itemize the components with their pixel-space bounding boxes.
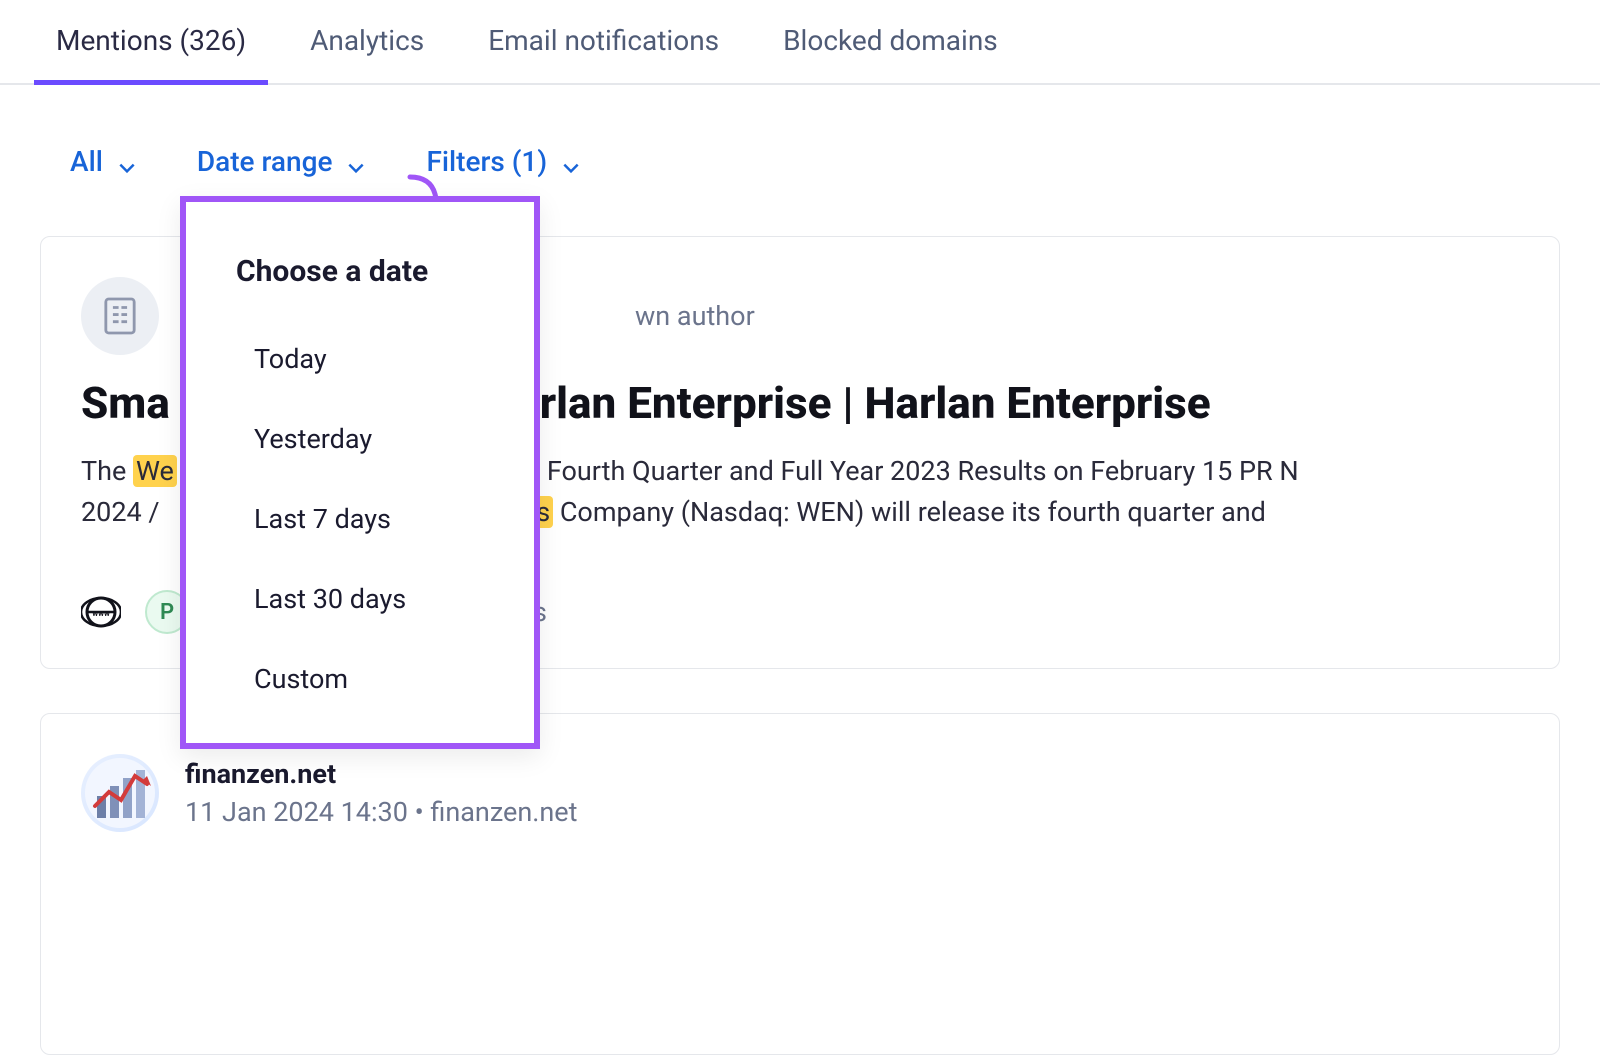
date-option-custom[interactable]: Custom — [186, 639, 534, 743]
card-body-text: Fourth Quarter and Full Year 2023 Result… — [547, 455, 1299, 487]
web-source-icon: www — [81, 592, 121, 632]
card-title-part-a: Sma — [81, 377, 170, 429]
filter-date-range[interactable]: Date range — [197, 145, 367, 178]
date-option-today[interactable]: Today — [186, 319, 534, 399]
source-name: finanzen.net — [185, 758, 577, 790]
date-option-yesterday[interactable]: Yesterday — [186, 399, 534, 479]
building-icon — [103, 296, 137, 336]
source-avatar — [81, 754, 159, 832]
tab-email-notifications[interactable]: Email notifications — [488, 24, 719, 83]
tab-blocked-domains[interactable]: Blocked domains — [783, 24, 998, 83]
tab-mentions[interactable]: Mentions (326) — [56, 24, 246, 83]
chevron-down-icon — [561, 152, 581, 172]
card-body-text: 2024 / — [81, 496, 160, 528]
source-avatar — [81, 277, 159, 355]
svg-text:www: www — [92, 609, 110, 618]
chart-icon — [85, 758, 155, 828]
filter-all[interactable]: All — [70, 145, 137, 178]
mention-card[interactable]: finanzen.net 11 Jan 2024 14:30 • finanze… — [40, 713, 1560, 1055]
filter-filters-label: Filters (1) — [426, 145, 547, 178]
date-option-last-30-days[interactable]: Last 30 days — [186, 559, 534, 639]
card-author: wn author — [635, 300, 755, 332]
chevron-down-icon — [117, 152, 137, 172]
card-header: finanzen.net 11 Jan 2024 14:30 • finanze… — [81, 754, 1519, 832]
tabs: Mentions (326) Analytics Email notificat… — [0, 0, 1600, 85]
tab-analytics[interactable]: Analytics — [310, 24, 424, 83]
highlight: We — [133, 455, 177, 487]
filter-all-label: All — [70, 145, 103, 178]
card-body-text: The — [81, 455, 133, 487]
date-option-last-7-days[interactable]: Last 7 days — [186, 479, 534, 559]
date-range-dropdown: Choose a date Today Yesterday Last 7 day… — [180, 196, 540, 749]
card-body-text: Company (Nasdaq: WEN) will release its f… — [553, 496, 1266, 528]
filter-date-range-label: Date range — [197, 145, 333, 178]
filter-bar: All Date range Filters (1) — [0, 85, 1600, 178]
card-title-part-b: rlan Enterprise | Harlan Enterprise — [540, 377, 1211, 429]
source-meta: 11 Jan 2024 14:30 • finanzen.net — [185, 796, 577, 828]
filter-filters[interactable]: Filters (1) — [426, 145, 581, 178]
dropdown-title: Choose a date — [186, 202, 534, 319]
chevron-down-icon — [346, 152, 366, 172]
